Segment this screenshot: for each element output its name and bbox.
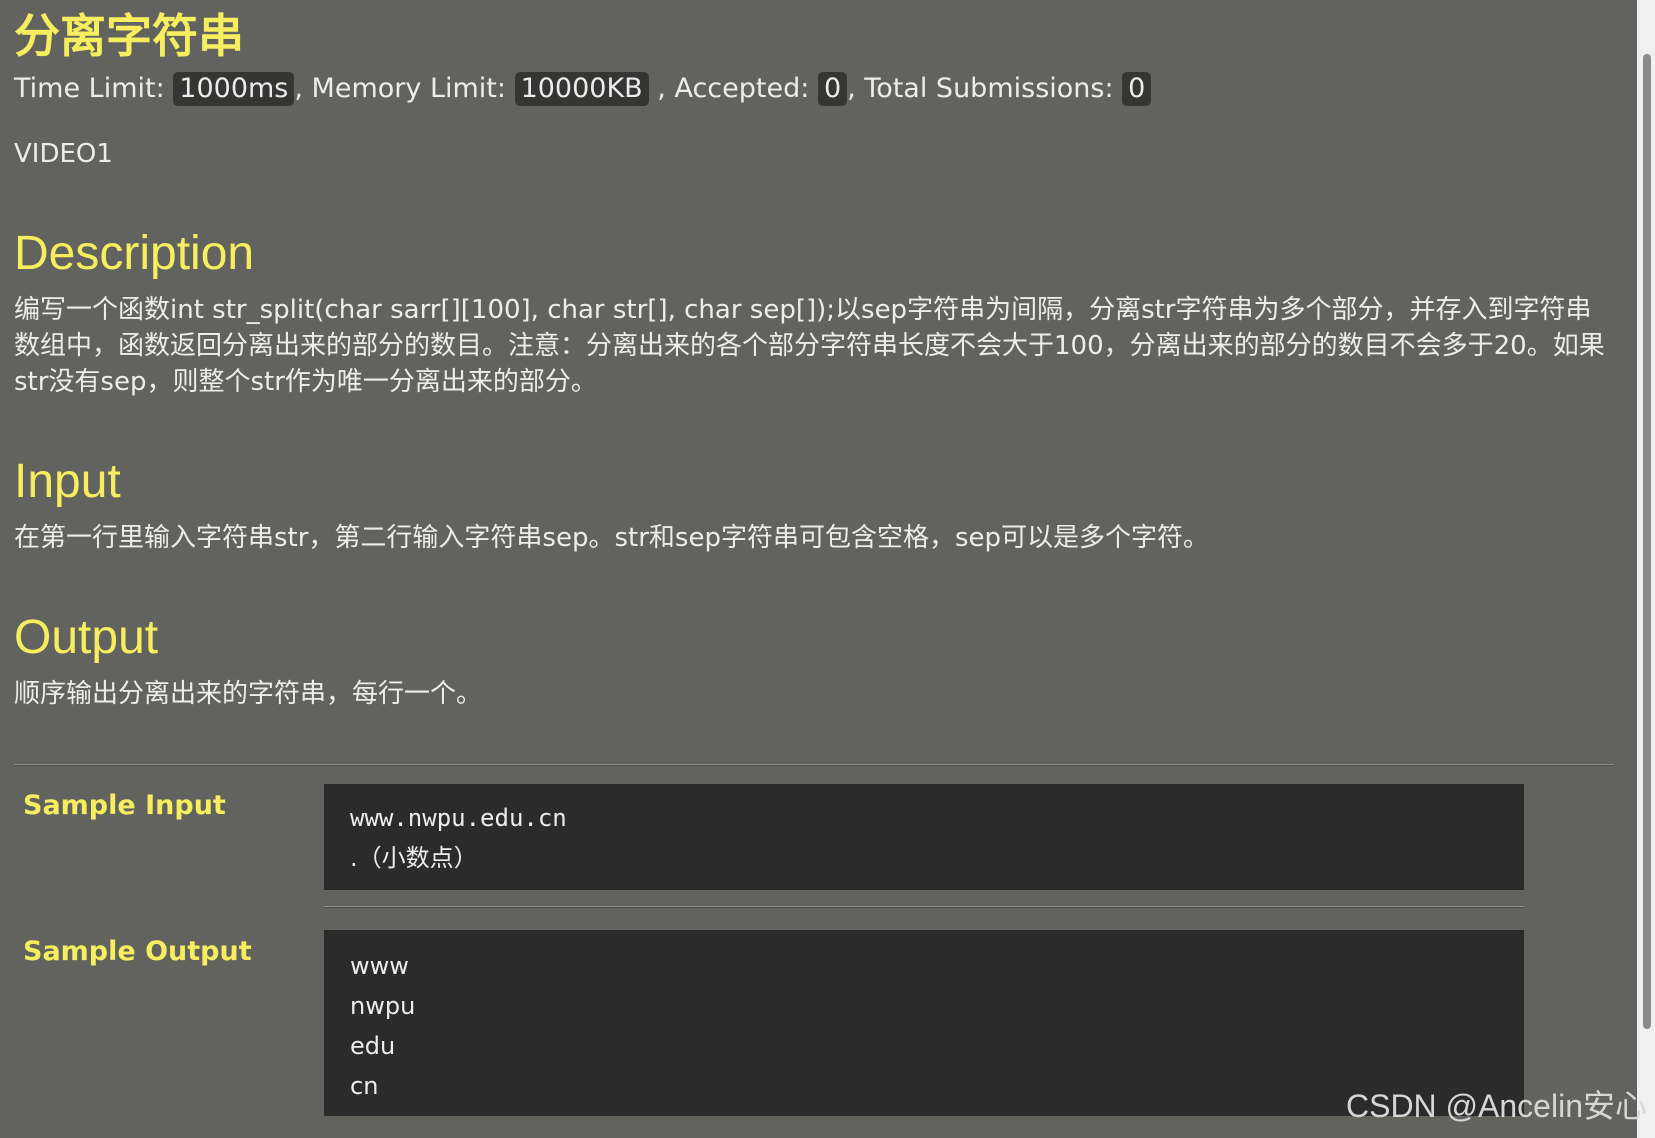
page-scrollbar[interactable] — [1637, 0, 1655, 1138]
sample-divider — [324, 906, 1524, 908]
time-limit-label: Time Limit: — [14, 73, 165, 104]
problem-page: 分离字符串 Time Limit: 1000ms, Memory Limit: … — [0, 0, 1655, 1138]
total-submissions-badge: 0 — [1122, 72, 1152, 106]
sample-output-line: edu — [350, 1032, 396, 1060]
output-heading: Output — [14, 611, 159, 664]
sample-output-line: nwpu — [350, 992, 416, 1020]
accepted-label: , Accepted: — [657, 73, 810, 104]
input-heading: Input — [14, 455, 121, 508]
section-divider — [14, 764, 1614, 766]
video-link[interactable]: VIDEO1 — [14, 136, 113, 172]
description-text: 编写一个函数int str_split(char sarr[][100], ch… — [14, 295, 1605, 397]
accepted-badge: 0 — [817, 72, 848, 106]
sample-output-box[interactable]: www nwpu edu cn — [324, 930, 1524, 1116]
sample-input-line: www.nwpu.edu.cn — [350, 804, 567, 832]
sample-output-line: www — [350, 952, 409, 980]
output-text: 顺序输出分离出来的字符串，每行一个。 — [14, 679, 483, 709]
description-heading: Description — [14, 227, 255, 280]
sample-input-box[interactable]: www.nwpu.edu.cn .（小数点） — [324, 784, 1524, 890]
sample-output-label: Sample Output — [23, 936, 252, 967]
input-text: 在第一行里输入字符串str，第二行输入字符串sep。str和sep字符串可包含空… — [14, 523, 1209, 553]
memory-limit-label: , Memory Limit: — [294, 73, 506, 104]
time-limit-badge: 1000ms — [173, 72, 295, 106]
problem-title: 分离字符串 — [14, 9, 244, 63]
scrollbar-thumb[interactable] — [1643, 54, 1651, 1029]
sample-input-label: Sample Input — [23, 790, 226, 821]
watermark: CSDN @Ancelin安心 — [1345, 1088, 1647, 1124]
total-submissions-label: , Total Submissions: — [847, 73, 1114, 104]
sample-output-line: cn — [350, 1072, 379, 1100]
memory-limit-badge: 10000KB — [514, 72, 649, 106]
problem-limits: Time Limit: 1000ms, Memory Limit: 10000K… — [14, 68, 1152, 110]
sample-input-line: .（小数点） — [350, 844, 478, 872]
